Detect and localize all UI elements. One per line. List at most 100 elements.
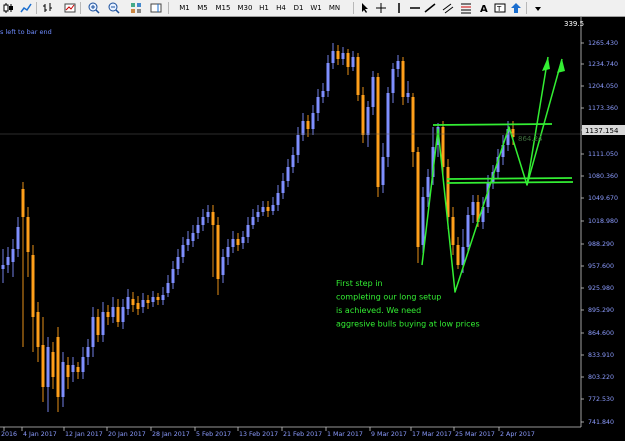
price-axis-label: 1080.360 <box>588 173 618 180</box>
text-tool-icon[interactable]: A <box>476 1 491 15</box>
bear-candle <box>106 312 110 317</box>
bear-candle <box>76 367 80 372</box>
bull-candle <box>286 167 290 181</box>
timeframe-button-w1[interactable]: W1 <box>307 1 325 15</box>
price-chart[interactable]: 864.24 1265.430 1234.740 1204.050 1173.360 1… <box>0 17 625 441</box>
price-axis-label: 895.290 <box>588 307 614 314</box>
support-line-lower[interactable] <box>446 181 574 184</box>
bull-candle <box>316 97 320 113</box>
crosshair-icon[interactable] <box>373 1 388 15</box>
annotation-line: completing our long setup <box>336 293 441 302</box>
resistance-line[interactable] <box>432 123 553 126</box>
date-axis-label: 13 Feb 2017 <box>239 431 278 438</box>
bear-candle <box>56 337 60 397</box>
timeframe-button-m15[interactable]: M15 <box>212 1 234 15</box>
timeframe-button-m1[interactable]: M1 <box>176 1 193 15</box>
zoom-in-icon[interactable] <box>86 1 101 15</box>
timeframe-button-h4[interactable]: H4 <box>272 1 290 15</box>
bull-candle <box>331 51 335 63</box>
bear-candle <box>266 207 270 211</box>
date-axis-label: 25 Mar 2017 <box>455 431 495 438</box>
bull-candle <box>176 257 180 269</box>
date-axis-label: 4 Jan 2017 <box>23 431 57 438</box>
bear-candle <box>356 57 360 95</box>
bull-candle <box>171 269 175 283</box>
bull-candle <box>151 297 155 302</box>
date-axis-label: 21 Feb 2017 <box>283 431 322 438</box>
date-axis-label: 5 Feb 2017 <box>196 431 231 438</box>
date-axis-label: 17 Mar 2017 <box>412 431 452 438</box>
bull-candle <box>111 307 115 317</box>
bear-candle <box>146 300 150 303</box>
bull-candle <box>396 61 400 69</box>
bull-candle <box>46 347 50 387</box>
equidistant-channel-icon[interactable] <box>440 1 455 15</box>
price-axis-label: 864.600 <box>588 330 614 337</box>
timeframe-button-mn[interactable]: MN <box>325 1 344 15</box>
bull-candle <box>321 91 325 97</box>
bull-candle <box>91 317 95 347</box>
candlestick-chart-icon[interactable] <box>0 1 15 15</box>
price-axis-label: 1049.670 <box>588 195 618 202</box>
bull-candle <box>86 347 90 357</box>
text-label-icon[interactable]: T <box>492 1 507 15</box>
toolbar-separator <box>168 2 169 14</box>
timeframe-button-d1[interactable]: D1 <box>290 1 307 15</box>
svg-text:T: T <box>496 5 502 13</box>
bull-candle <box>366 107 370 135</box>
trend-line-icon[interactable] <box>422 1 437 15</box>
price-axis-label: 988.290 <box>588 241 614 248</box>
timeframe-button-h1[interactable]: H1 <box>256 1 272 15</box>
bar-chart-icon[interactable] <box>40 1 55 15</box>
bull-candle <box>241 237 245 243</box>
bull-candle <box>381 157 385 185</box>
price-axis-label: 803.220 <box>588 374 614 381</box>
timeframe-button-m30[interactable]: M30 <box>234 1 256 15</box>
price-axis-label: 741.840 <box>588 419 614 426</box>
line-chart-icon[interactable] <box>18 1 33 15</box>
bull-candle <box>386 93 390 157</box>
tile-windows-icon[interactable] <box>128 1 143 15</box>
bear-candle <box>306 121 310 129</box>
bull-candle <box>71 365 75 372</box>
chart-templates-icon[interactable] <box>62 1 77 15</box>
date-axis-label: 20 Jan 2017 <box>108 431 146 438</box>
price-axis-label: 833.910 <box>588 352 614 359</box>
bear-candle <box>451 217 455 245</box>
toolbar-separator <box>80 2 81 14</box>
bull-candle <box>281 181 285 193</box>
toolbar-separator <box>36 2 37 14</box>
bull-candle <box>226 247 230 257</box>
price-axis-label: 1265.430 <box>588 40 618 47</box>
bear-candle <box>136 303 140 309</box>
date-axis-label: 1 Mar 2017 <box>327 431 363 438</box>
date-axis-label: 12 Jan 2017 <box>65 431 103 438</box>
toolbar: M1 M5 M15 M30 H1 H4 D1 W1 MN A T <box>0 0 625 17</box>
bull-candle <box>341 53 345 59</box>
zoom-out-icon[interactable] <box>106 1 121 15</box>
vertical-line-icon[interactable] <box>391 1 406 15</box>
bull-candle <box>256 212 260 217</box>
bear-candle <box>26 217 30 252</box>
price-axis-label: 1173.360 <box>588 105 618 112</box>
timeframe-button-m5[interactable]: M5 <box>193 1 212 15</box>
horizontal-line-icon[interactable] <box>407 1 422 15</box>
price-axis-label: 1018.980 <box>588 218 618 225</box>
svg-text:A: A <box>480 4 488 14</box>
bear-candle <box>31 255 35 317</box>
price-axis-label: 957.600 <box>588 263 614 270</box>
arrow-marker-icon[interactable] <box>508 1 523 15</box>
dropdown-arrow-icon[interactable] <box>530 1 545 15</box>
date-axis-label: 9 Mar 2017 <box>371 431 407 438</box>
fibonacci-icon[interactable] <box>458 1 473 15</box>
bull-candle <box>11 249 15 262</box>
date-axis-label: 28 Jan 2017 <box>152 431 190 438</box>
bull-candle <box>221 257 225 275</box>
bull-candle <box>466 215 470 247</box>
bull-candle <box>311 113 315 129</box>
support-line-upper[interactable] <box>446 177 573 180</box>
chart-shift-icon[interactable] <box>148 1 163 15</box>
cursor-icon[interactable] <box>357 1 372 15</box>
bear-candle <box>401 61 405 97</box>
bear-candle <box>41 345 45 387</box>
